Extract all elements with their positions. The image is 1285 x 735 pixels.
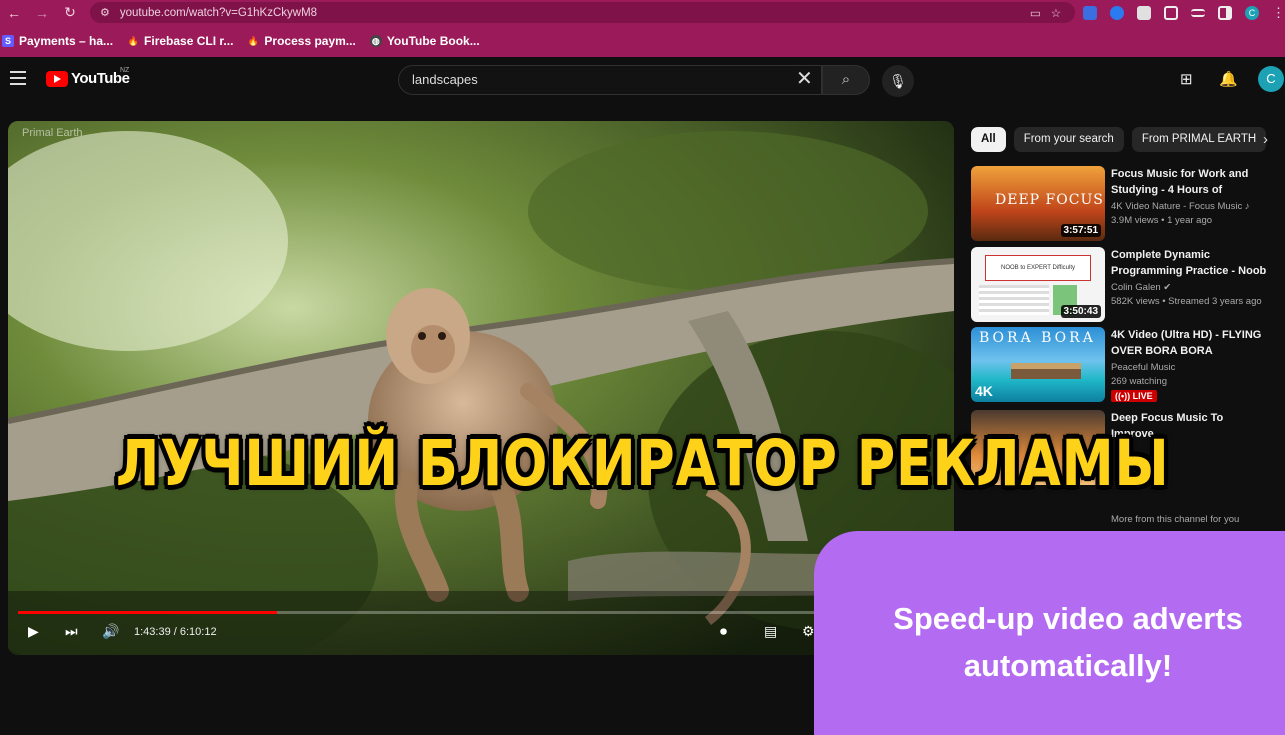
settings-gear-icon[interactable]: ⚙	[802, 623, 815, 640]
video-thumbnail[interactable]: BORA BORA 4K	[971, 327, 1105, 402]
bookmark-label: Firebase CLI r...	[144, 34, 234, 48]
video-title[interactable]: Focus Music for Work and Studying - 4 Ho…	[1111, 166, 1277, 198]
extension-icon[interactable]	[1083, 5, 1097, 20]
bookmark-item[interactable]: 🔥 Firebase CLI r...	[127, 34, 233, 48]
next-icon[interactable]: ⏭	[65, 623, 78, 640]
menu-dots-icon[interactable]: ⋮	[1272, 5, 1285, 21]
progress-fill	[18, 611, 278, 614]
video-player[interactable]: Primal Earth ▶ ⏭ 🔊 1:43:39 / 6:10:12 ⏺ ▤…	[8, 121, 954, 655]
bookmark-item[interactable]: 🔥 Process paym...	[247, 34, 356, 48]
browser-toolbar: ← → ↻ ⚙ youtube.com/watch?v=G1hKzCkywM8 …	[0, 0, 1285, 25]
bookmark-item[interactable]: S Payments – ha...	[2, 34, 113, 48]
region-code: NZ	[120, 67, 130, 74]
time-display: 1:43:39 / 6:10:12	[134, 626, 217, 638]
video-meta: 269 watching	[1111, 376, 1167, 387]
microphone-icon: 🎙	[889, 73, 907, 89]
chip-from-channel[interactable]: From PRIMAL EARTH	[1131, 127, 1267, 152]
search-icon: ⌕	[841, 71, 851, 88]
hamburger-menu-icon[interactable]	[10, 71, 26, 85]
youtube-logo[interactable]: YouTube NZ	[46, 67, 130, 87]
subtitles-icon[interactable]: ▤	[764, 623, 777, 640]
thumbnail-text: DEEP FOCUS	[995, 192, 1104, 208]
screen: ← → ↻ ⚙ youtube.com/watch?v=G1hKzCkywM8 …	[0, 0, 1285, 735]
play-icon[interactable]: ▶	[28, 623, 39, 640]
chip-from-your-search[interactable]: From your search	[1013, 127, 1124, 152]
back-icon[interactable]: ←	[0, 5, 28, 21]
address-bar[interactable]: ⚙ youtube.com/watch?v=G1hKzCkywM8 ▭ ☆	[90, 2, 1075, 23]
recommendation-item[interactable]: BORA BORA 4K 4K Video (Ultra HD) - FLYIN…	[971, 327, 1281, 403]
promo-text: Speed-up video adverts automatically!	[893, 601, 1243, 683]
firebase-icon: 🔥	[127, 36, 139, 46]
bookmark-star-icon[interactable]: ☆	[1051, 6, 1061, 20]
video-meta: 3.9M views • 1 year ago	[1111, 215, 1213, 226]
extension-icon[interactable]	[1137, 5, 1151, 20]
chevron-right-icon[interactable]: ›	[1263, 131, 1268, 148]
channel-watermark: Primal Earth	[22, 127, 83, 139]
bookmark-label: Payments – ha...	[19, 34, 114, 48]
forward-icon[interactable]: →	[28, 5, 56, 21]
recommendation-item[interactable]: NOOB to EXPERT Difficulty 3:50:43 Comple…	[971, 247, 1281, 323]
filter-chips: All From your search From PRIMAL EARTH	[971, 127, 1267, 152]
site-settings-icon[interactable]: ⚙	[100, 6, 110, 19]
duration-badge: 3:57:51	[1060, 224, 1101, 237]
headline-text: ЛУЧШИЙ БЛОКИРАТОР РЕКЛАМЫ	[116, 426, 1170, 500]
live-badge: ((•)) LIVE	[1111, 390, 1157, 402]
extensions-puzzle-icon[interactable]	[1164, 5, 1178, 20]
url-text: youtube.com/watch?v=G1hKzCkywM8	[119, 6, 318, 19]
user-avatar[interactable]: C	[1258, 66, 1284, 92]
profile-avatar[interactable]: C	[1245, 5, 1259, 20]
channel-name[interactable]: Colin Galen ✔	[1111, 282, 1171, 293]
stripe-icon: S	[2, 35, 14, 47]
channel-name[interactable]: 4K Video Nature - Focus Music ♪	[1111, 201, 1250, 212]
extension-icon[interactable]	[1110, 5, 1124, 20]
video-thumbnail[interactable]: NOOB to EXPERT Difficulty 3:50:43	[971, 247, 1105, 322]
recommendation-item[interactable]: DEEP FOCUS 3:57:51 Focus Music for Work …	[971, 166, 1281, 242]
voice-search-button[interactable]: 🎙	[882, 65, 914, 97]
bookmark-label: Process paym...	[264, 34, 356, 48]
reading-list-icon[interactable]	[1191, 8, 1205, 17]
search-button[interactable]: ⌕	[822, 65, 870, 95]
side-panel-icon[interactable]	[1218, 5, 1232, 20]
firebase-icon: 🔥	[247, 36, 260, 46]
headline-banner: ЛУЧШИЙ БЛОКИРАТОР РЕКЛАМЫ	[18, 404, 1268, 522]
bookmarks-bar: S Payments – ha... 🔥 Firebase CLI r... 🔥…	[0, 25, 1285, 57]
clear-search-icon[interactable]: ✕	[796, 67, 813, 91]
autoplay-toggle[interactable]: ⏺	[720, 623, 727, 640]
cast-icon[interactable]: ▭	[1030, 6, 1041, 20]
globe-icon: ◍	[369, 35, 382, 47]
channel-name[interactable]: Peaceful Music	[1111, 362, 1175, 373]
bookmark-label: YouTube Book...	[386, 34, 480, 48]
video-thumbnail[interactable]: DEEP FOCUS 3:57:51	[971, 166, 1105, 241]
notifications-bell-icon[interactable]: 🔔	[1219, 70, 1238, 88]
youtube-header: YouTube NZ landscapes ✕ ⌕ 🎙 ⊞ 🔔 C	[0, 57, 1285, 103]
duration-badge: 3:50:43	[1060, 305, 1101, 318]
video-title[interactable]: Complete Dynamic Programming Practice - …	[1111, 247, 1277, 279]
create-video-icon[interactable]: ⊞	[1180, 70, 1193, 88]
volume-icon[interactable]: 🔊	[102, 623, 119, 640]
reload-icon[interactable]: ↻	[56, 4, 84, 21]
search-input[interactable]: landscapes	[398, 65, 822, 95]
youtube-play-icon	[46, 70, 68, 87]
thumbnail-text: BORA BORA	[979, 330, 1096, 346]
4k-badge: 4K	[975, 383, 993, 399]
video-title[interactable]: 4K Video (Ultra HD) - FLYING OVER BORA B…	[1111, 327, 1277, 359]
thumbnail-text: NOOB to EXPERT Difficulty	[985, 255, 1091, 281]
video-frame	[8, 121, 954, 655]
chip-all[interactable]: All	[971, 127, 1006, 152]
video-meta: 582K views • Streamed 3 years ago	[1111, 296, 1262, 307]
bookmark-item[interactable]: ◍ YouTube Book...	[369, 34, 480, 48]
